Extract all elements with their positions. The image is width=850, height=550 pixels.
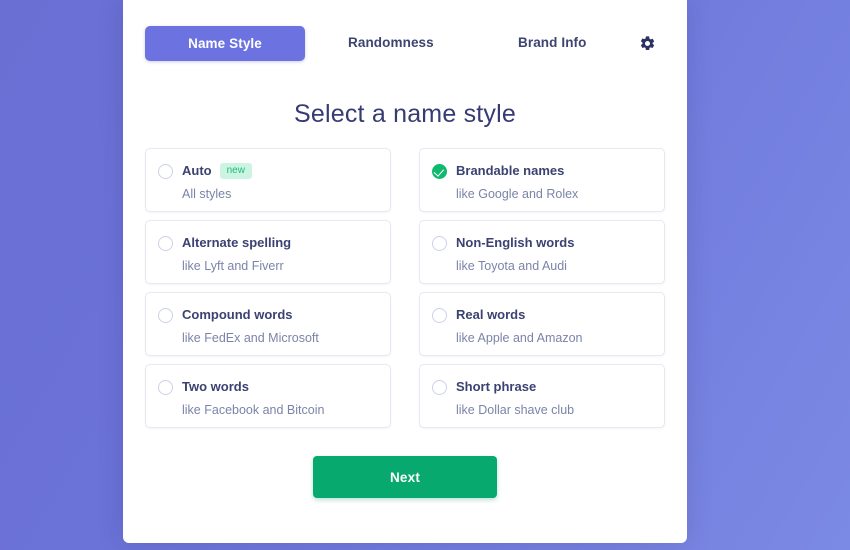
radio-icon[interactable] bbox=[158, 164, 173, 179]
radio-icon[interactable] bbox=[432, 380, 447, 395]
tab-brand-info[interactable]: Brand Info bbox=[518, 26, 587, 59]
option-two-words[interactable]: Two words like Facebook and Bitcoin bbox=[145, 364, 391, 428]
option-compound-words[interactable]: Compound words like FedEx and Microsoft bbox=[145, 292, 391, 356]
option-title: Alternate spelling bbox=[182, 235, 292, 250]
page-title: Select a name style bbox=[294, 100, 516, 128]
tab-name-style[interactable]: Name Style bbox=[145, 26, 305, 61]
option-short-phrase[interactable]: Short phrase like Dollar shave club bbox=[419, 364, 665, 428]
option-title-row: Non-English words bbox=[456, 235, 574, 250]
radio-icon[interactable] bbox=[432, 236, 447, 251]
name-style-options: Auto new All styles Brandable names like… bbox=[145, 148, 665, 428]
option-brandable-names[interactable]: Brandable names like Google and Rolex bbox=[419, 148, 665, 212]
gear-icon[interactable] bbox=[633, 29, 661, 57]
new-badge: new bbox=[219, 163, 252, 179]
option-subtitle: like Facebook and Bitcoin bbox=[182, 403, 325, 417]
option-subtitle: All styles bbox=[182, 187, 232, 201]
tab-randomness[interactable]: Randomness bbox=[348, 26, 434, 59]
option-real-words[interactable]: Real words like Apple and Amazon bbox=[419, 292, 665, 356]
option-subtitle: like FedEx and Microsoft bbox=[182, 331, 319, 345]
radio-icon[interactable] bbox=[158, 308, 173, 323]
option-title: Compound words bbox=[182, 307, 293, 322]
option-subtitle: like Dollar shave club bbox=[456, 403, 575, 417]
option-title-row: Alternate spelling bbox=[182, 235, 291, 250]
option-title-row: Short phrase bbox=[456, 379, 536, 394]
next-button[interactable]: Next bbox=[313, 456, 497, 498]
radio-icon[interactable] bbox=[432, 308, 447, 323]
tab-bar: Name Style Randomness Brand Info bbox=[123, 0, 687, 86]
option-subtitle: like Toyota and Audi bbox=[456, 259, 567, 273]
option-title-row: Real words bbox=[456, 307, 525, 322]
option-title-row: Auto new bbox=[182, 163, 252, 179]
option-title: Non-English words bbox=[456, 235, 575, 250]
check-circle-icon[interactable] bbox=[432, 164, 447, 179]
option-title: Auto bbox=[182, 163, 212, 179]
option-subtitle: like Lyft and Fiverr bbox=[182, 259, 284, 273]
radio-icon[interactable] bbox=[158, 236, 173, 251]
option-alternate-spelling[interactable]: Alternate spelling like Lyft and Fiverr bbox=[145, 220, 391, 284]
option-subtitle: like Apple and Amazon bbox=[456, 331, 583, 345]
option-title: Real words bbox=[456, 307, 526, 322]
option-auto[interactable]: Auto new All styles bbox=[145, 148, 391, 212]
radio-icon[interactable] bbox=[158, 380, 173, 395]
option-non-english-words[interactable]: Non-English words like Toyota and Audi bbox=[419, 220, 665, 284]
option-title-row: Brandable names bbox=[456, 163, 564, 178]
option-title: Brandable names bbox=[456, 163, 565, 178]
option-title-row: Two words bbox=[182, 379, 249, 394]
option-title-row: Compound words bbox=[182, 307, 293, 322]
option-subtitle: like Google and Rolex bbox=[456, 187, 579, 201]
option-title: Short phrase bbox=[456, 379, 537, 394]
main-panel: Name Style Randomness Brand Info Select … bbox=[123, 0, 687, 543]
option-title: Two words bbox=[182, 379, 249, 394]
